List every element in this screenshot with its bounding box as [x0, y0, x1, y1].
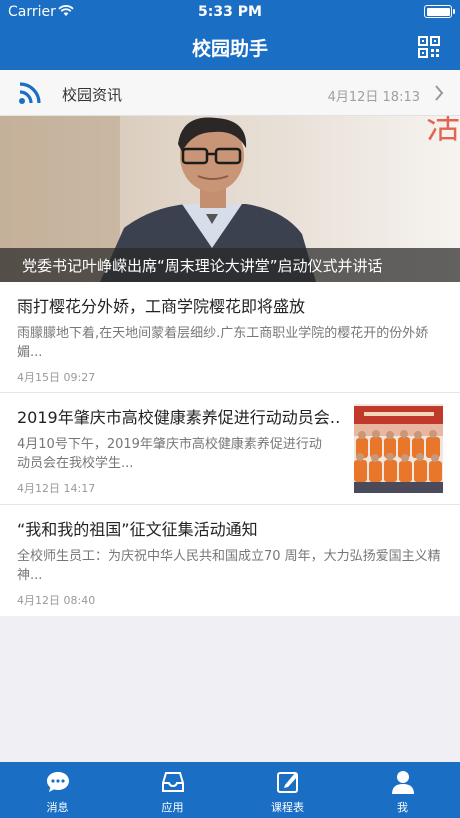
news-item[interactable]: 2019年肇庆市高校健康素养促进行动动员会… 4月10号下午，2019年肇庆市高…	[0, 393, 460, 505]
chevron-right-icon	[435, 85, 444, 101]
news-item[interactable]: “我和我的祖国”征文征集活动通知 全校师生员工：为庆祝中华人民共和国成立70 周…	[0, 505, 460, 616]
chat-bubble-icon	[46, 772, 69, 792]
news-date: 4月12日 08:40	[17, 594, 96, 607]
tab-messages[interactable]: 消息	[0, 762, 115, 818]
news-date: 4月15日 09:27	[17, 371, 96, 384]
group-photo-image	[354, 404, 443, 493]
rss-icon	[19, 82, 41, 104]
news-summary: 雨朦朦地下着,在天地间蒙着层细纱.广东工商职业学院的樱花开的份外娇媚...	[17, 326, 429, 360]
news-list: 雨打樱花分外娇，工商学院樱花即将盛放 雨朦朦地下着,在天地间蒙着层细纱.广东工商…	[0, 282, 460, 616]
tab-label: 消息	[46, 801, 69, 814]
battery-icon	[424, 5, 455, 18]
tab-me[interactable]: 我	[345, 762, 460, 818]
news-title: “我和我的祖国”征文征集活动通知	[17, 520, 258, 539]
inbox-tray-icon	[161, 772, 184, 792]
news-summary: 全校师生员工：为庆祝中华人民共和国成立70 周年，大力弘扬爱国主义精神...	[17, 549, 441, 583]
news-update-time: 4月12日 18:13	[327, 90, 420, 105]
news-section-label: 校园资讯	[62, 86, 123, 104]
news-title: 雨打樱花分外娇，工商学院樱花即将盛放	[17, 297, 306, 316]
news-summary: 4月10号下午，2019年肇庆市高校健康素养促进行动动员会在我校学生...	[17, 437, 322, 471]
banner-caption: 党委书记叶峥嵘出席“周末理论大讲堂”启动仪式并讲话	[0, 248, 460, 282]
tab-schedule[interactable]: 课程表	[230, 762, 345, 818]
status-time: 5:33 PM	[198, 4, 262, 20]
person-icon	[391, 771, 414, 794]
nav-bar: 校园助手	[0, 24, 460, 70]
page-title: 校园助手	[191, 38, 268, 60]
news-section-header[interactable]: 校园资讯 4月12日 18:13	[0, 70, 460, 116]
status-bar: Carrier 5:33 PM	[0, 0, 460, 24]
news-date: 4月12日 14:17	[17, 482, 96, 495]
featured-news-banner[interactable]: 活 党委书记叶峥嵘出席“周末理论大讲堂”启动仪式并讲话	[0, 116, 460, 282]
news-title: 2019年肇庆市高校健康素养促进行动动员会…	[17, 408, 341, 427]
tab-apps[interactable]: 应用	[115, 762, 230, 818]
qr-code-icon[interactable]	[418, 36, 440, 58]
tab-label: 我	[397, 801, 408, 814]
news-thumbnail	[354, 404, 443, 493]
tab-label: 课程表	[271, 801, 304, 814]
news-item[interactable]: 雨打樱花分外娇，工商学院樱花即将盛放 雨朦朦地下着,在天地间蒙着层细纱.广东工商…	[0, 282, 460, 393]
tab-bar: 消息 应用 课程表 我	[0, 762, 460, 818]
banner-backdrop-char: 活	[426, 116, 460, 147]
tab-label: 应用	[161, 801, 184, 814]
edit-note-icon	[276, 772, 298, 793]
